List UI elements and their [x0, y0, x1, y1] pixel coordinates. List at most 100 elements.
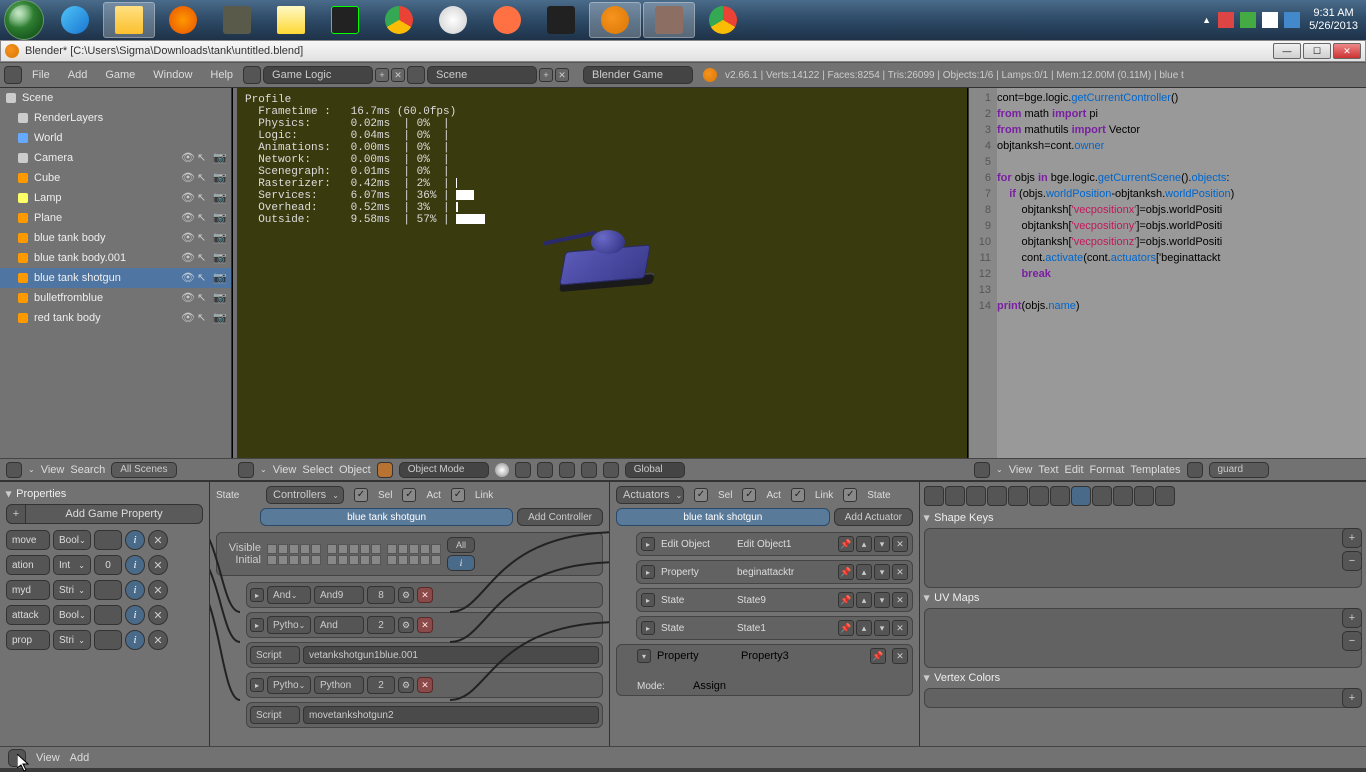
cursor-icon[interactable]: ↖: [197, 251, 211, 265]
pin-icon[interactable]: 📌: [838, 564, 854, 580]
render-icon[interactable]: 📷: [213, 171, 227, 185]
scene-add-button[interactable]: +: [539, 68, 553, 82]
taskbar-blender-icon[interactable]: [589, 2, 641, 38]
pivot-icon[interactable]: [515, 462, 531, 478]
pin-icon[interactable]: 📌: [838, 536, 854, 552]
scene-browse-icon[interactable]: [407, 66, 425, 84]
actuator-delete[interactable]: ✕: [892, 536, 908, 552]
outliner-item[interactable]: Lamp👁↖📷: [0, 188, 231, 208]
outliner-item[interactable]: red tank body👁↖📷: [0, 308, 231, 328]
props-tab-scene[interactable]: [966, 486, 986, 506]
taskbar-explorer-icon[interactable]: [103, 2, 155, 38]
prop-name-field[interactable]: ation: [6, 555, 50, 575]
prop-name-field[interactable]: attack: [6, 605, 50, 625]
layout-browse-icon[interactable]: [243, 66, 261, 84]
editor-type-icon[interactable]: [4, 66, 22, 84]
controller-opt[interactable]: ⚙: [398, 617, 414, 633]
taskbar-media-icon[interactable]: [157, 2, 209, 38]
manipulator-translate[interactable]: [559, 462, 575, 478]
prop-value-field[interactable]: 0: [94, 555, 122, 575]
outliner-item[interactable]: bulletfromblue👁↖📷: [0, 288, 231, 308]
prop-delete-button[interactable]: ✕: [148, 580, 168, 600]
prop-type-dropdown[interactable]: Stri ⌄: [53, 580, 91, 600]
actuators-act-check[interactable]: [742, 488, 756, 502]
actuator-x-button[interactable]: ✕: [892, 648, 908, 664]
logic-menu-add[interactable]: Add: [70, 752, 90, 764]
move-down-icon[interactable]: ▾: [874, 564, 890, 580]
prop-info-button[interactable]: i: [125, 630, 145, 650]
controller-name[interactable]: And9: [314, 586, 364, 604]
pin-icon[interactable]: 📌: [870, 648, 886, 664]
prop-delete-button[interactable]: ✕: [148, 530, 168, 550]
cursor-icon[interactable]: ↖: [197, 231, 211, 245]
move-up-icon[interactable]: ▴: [856, 592, 872, 608]
controller-type[interactable]: And ⌄: [267, 586, 311, 604]
prop-value-field[interactable]: [94, 530, 122, 550]
properties-title[interactable]: Properties: [6, 488, 203, 500]
menu-help[interactable]: Help: [202, 69, 241, 81]
controller-name[interactable]: And: [314, 616, 364, 634]
scene-delete-button[interactable]: ✕: [555, 68, 569, 82]
controller-object-name[interactable]: blue tank shotgun: [260, 508, 513, 526]
actuator-delete[interactable]: ✕: [892, 564, 908, 580]
prop-type-dropdown[interactable]: Int ⌄: [53, 555, 91, 575]
systray-chevron-icon[interactable]: ▲: [1202, 15, 1211, 25]
outliner-item[interactable]: Plane👁↖📷: [0, 208, 231, 228]
props-tab-object[interactable]: [1008, 486, 1028, 506]
shading-icon[interactable]: [495, 463, 509, 477]
prop-info-button[interactable]: i: [125, 605, 145, 625]
props-tab-modifiers[interactable]: [1050, 486, 1070, 506]
props-tab-layers[interactable]: [945, 486, 965, 506]
mode-icon[interactable]: [377, 462, 393, 478]
uv-maps-remove[interactable]: −: [1342, 631, 1362, 651]
props-tab-render[interactable]: [924, 486, 944, 506]
actuator-name-field[interactable]: Property3: [741, 650, 864, 662]
prop-type-dropdown[interactable]: Bool ⌄: [53, 530, 91, 550]
cursor-icon[interactable]: ↖: [197, 191, 211, 205]
vertex-colors-list[interactable]: +: [924, 688, 1362, 708]
controller-opt[interactable]: ⚙: [398, 587, 414, 603]
actuator-type-dropdown[interactable]: Property: [657, 650, 735, 662]
actuator-delete[interactable]: ✕: [892, 592, 908, 608]
taskbar-gimp-icon[interactable]: [643, 2, 695, 38]
code-area[interactable]: cont=bge.logic.getCurrentController()fro…: [997, 88, 1366, 480]
actuator-object-name[interactable]: blue tank shotgun: [616, 508, 830, 526]
minimize-button[interactable]: —: [1273, 43, 1301, 59]
menu-game[interactable]: Game: [97, 69, 143, 81]
systray-flag-icon[interactable]: [1218, 12, 1234, 28]
uv-maps-list[interactable]: + −: [924, 608, 1362, 668]
controller-type[interactable]: Pytho ⌄: [267, 676, 311, 694]
controller-state-num[interactable]: 2: [367, 676, 395, 694]
controllers-dropdown[interactable]: Controllers ⌄: [266, 486, 344, 504]
eye-icon[interactable]: 👁: [181, 251, 195, 265]
outliner-item[interactable]: blue tank shotgun👁↖📷: [0, 268, 231, 288]
start-button[interactable]: [4, 0, 44, 40]
eye-icon[interactable]: 👁: [181, 191, 195, 205]
outliner-item[interactable]: Camera👁↖📷: [0, 148, 231, 168]
prop-name-field[interactable]: myd: [6, 580, 50, 600]
expand-icon[interactable]: ▸: [250, 588, 264, 602]
cursor-icon[interactable]: ↖: [197, 151, 211, 165]
prop-type-dropdown[interactable]: Bool ⌄: [53, 605, 91, 625]
mode-dropdown[interactable]: Assign: [693, 680, 833, 692]
state-selector[interactable]: VisibleInitial All i: [216, 532, 603, 576]
window-titlebar[interactable]: Blender* [C:\Users\Sigma\Downloads\tank\…: [0, 40, 1366, 62]
move-down-icon[interactable]: ▾: [874, 536, 890, 552]
uv-maps-add[interactable]: +: [1342, 608, 1362, 628]
outliner-item[interactable]: Cube👁↖📷: [0, 168, 231, 188]
shape-keys-list[interactable]: + −: [924, 528, 1362, 588]
render-icon[interactable]: 📷: [213, 231, 227, 245]
shape-keys-add[interactable]: +: [1342, 528, 1362, 548]
actuators-dropdown[interactable]: Actuators ⌄: [616, 486, 684, 504]
eye-icon[interactable]: 👁: [181, 171, 195, 185]
prop-info-button[interactable]: i: [125, 555, 145, 575]
outliner-item[interactable]: World: [0, 128, 231, 148]
cursor-icon[interactable]: ↖: [197, 311, 211, 325]
menu-add[interactable]: Add: [60, 69, 96, 81]
controllers-act-check[interactable]: [402, 488, 416, 502]
mode-dropdown[interactable]: Object Mode: [399, 462, 489, 478]
render-icon[interactable]: 📷: [213, 191, 227, 205]
outliner-editor-icon[interactable]: [6, 462, 22, 478]
screen-layout-dropdown[interactable]: Game Logic: [263, 66, 373, 84]
taskbar-app2-icon[interactable]: [535, 2, 587, 38]
